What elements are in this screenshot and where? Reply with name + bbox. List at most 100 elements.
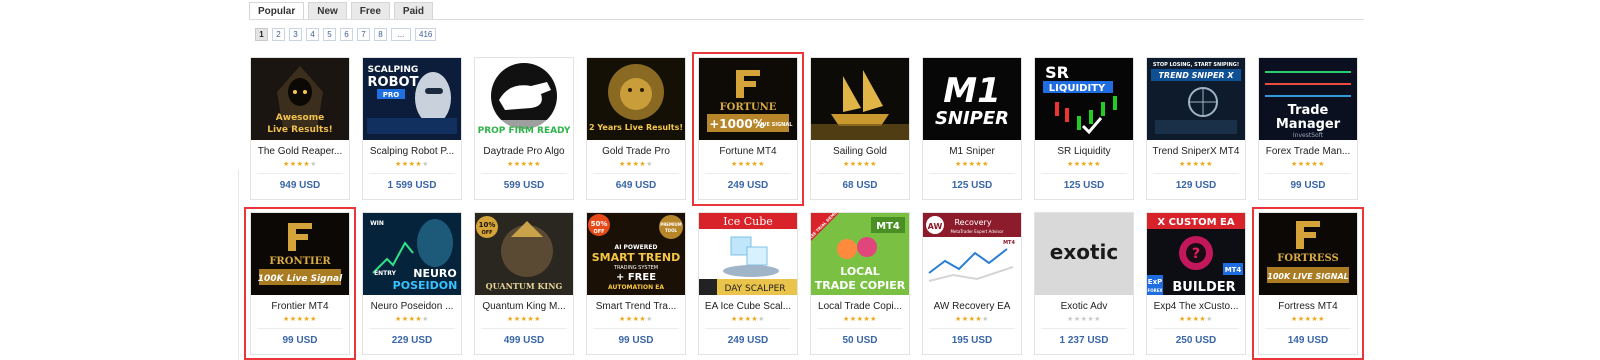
product-thumbnail[interactable]: 10% OFF QUANTUM KING <box>475 213 573 295</box>
tab-new[interactable]: New <box>308 2 347 20</box>
product-card[interactable]: exotic Exotic Adv ★★★★★ 1 237 USD <box>1034 212 1134 355</box>
product-card[interactable]: 10% OFF QUANTUM KING Quantum King M... ★★★★★… <box>474 212 574 355</box>
product-name[interactable]: SR Liquidity <box>1037 146 1131 157</box>
product-thumbnail[interactable]: 2 Years Live Results! <box>587 58 685 140</box>
product-thumbnail[interactable]: FREE TRIAL DEMOMT4LOCALTRADE COPIER <box>811 213 909 295</box>
page-link-5[interactable]: 5 <box>323 28 336 41</box>
product-card[interactable]: 2 Years Live Results! Gold Trade Pro ★★★★★… <box>586 57 686 200</box>
product-name[interactable]: EA Ice Cube Scal... <box>701 301 795 312</box>
product-price[interactable]: 195 USD <box>923 335 1021 346</box>
product-name[interactable]: Fortune MT4 <box>701 146 795 157</box>
product-name[interactable]: Scalping Robot P... <box>365 146 459 157</box>
product-card[interactable]: Ice Cube DAY SCALPER EA Ice Cube Scal... ★★… <box>698 212 798 355</box>
product-name[interactable]: Local Trade Copi... <box>813 301 907 312</box>
product-price[interactable]: 129 USD <box>1147 180 1245 191</box>
product-name[interactable]: Quantum King M... <box>477 301 571 312</box>
product-thumbnail[interactable]: FRONTIER 100K Live Signal <box>251 213 349 295</box>
product-card[interactable]: FORTRESS 100K LIVE SIGNAL Fortress MT4 ★★★★… <box>1258 212 1358 355</box>
product-price[interactable]: 599 USD <box>475 180 573 191</box>
product-name[interactable]: Neuro Poseidon ... <box>365 301 459 312</box>
product-name[interactable]: Forex Trade Man... <box>1261 146 1355 157</box>
page-link-7[interactable]: 7 <box>357 28 370 41</box>
product-card[interactable]: 50% OFF PREMIUM TOOL AI POWERED SMART TREND TR… <box>586 212 686 355</box>
page-link-416[interactable]: 416 <box>415 28 437 41</box>
product-price[interactable]: 249 USD <box>699 180 797 191</box>
product-name[interactable]: Smart Trend Tra... <box>589 301 683 312</box>
product-price[interactable]: 125 USD <box>923 180 1021 191</box>
product-thumbnail[interactable]: SCALPING ROBOT PRO <box>363 58 461 140</box>
page-link-6[interactable]: 6 <box>340 28 353 41</box>
product-card[interactable]: STOP LOSING, START SNIPING! TREND SNIPER … <box>1146 57 1246 200</box>
product-thumbnail[interactable] <box>811 58 909 140</box>
product-thumbnail[interactable]: 50% OFF PREMIUM TOOL AI POWERED SMART TREND TR… <box>587 213 685 295</box>
column-divider <box>238 170 239 360</box>
product-price[interactable]: 250 USD <box>1147 335 1245 346</box>
product-price[interactable]: 50 USD <box>811 335 909 346</box>
product-price[interactable]: 149 USD <box>1259 335 1357 346</box>
product-thumbnail[interactable]: WIN ENTRY NEURO POSEIDON <box>363 213 461 295</box>
product-thumbnail-image: Awesome Live Results! <box>251 58 349 140</box>
product-price[interactable]: 99 USD <box>587 335 685 346</box>
product-thumbnail[interactable]: SR LIQUIDITY <box>1035 58 1133 140</box>
page-link-3[interactable]: 3 <box>289 28 302 41</box>
product-name[interactable]: M1 Sniper <box>925 146 1019 157</box>
product-card[interactable]: WIN ENTRY NEURO POSEIDON Neuro Poseidon ... ★… <box>362 212 462 355</box>
product-name[interactable]: Gold Trade Pro <box>589 146 683 157</box>
page-link-ellipsis[interactable]: ... <box>391 28 411 41</box>
product-price[interactable]: 499 USD <box>475 335 573 346</box>
product-thumbnail[interactable]: FORTRESS 100K LIVE SIGNAL <box>1259 213 1357 295</box>
product-name[interactable]: Frontier MT4 <box>253 301 347 312</box>
product-card[interactable]: AW Recovery MetaTrader Expert Advisor MT4 AW… <box>922 212 1022 355</box>
product-price[interactable]: 125 USD <box>1035 180 1133 191</box>
product-card[interactable]: PROP FIRM READY Daytrade Pro Algo ★★★★★ 599… <box>474 57 574 200</box>
page-link-1[interactable]: 1 <box>255 28 268 41</box>
product-price[interactable]: 99 USD <box>251 335 349 346</box>
product-card[interactable]: Awesome Live Results! The Gold Reaper... ★★… <box>250 57 350 200</box>
price-divider <box>593 328 679 329</box>
product-name[interactable]: Trend SniperX MT4 <box>1149 146 1243 157</box>
product-card[interactable]: SR LIQUIDITY SR Liquidity ★★★★★ 125 USD <box>1034 57 1134 200</box>
tab-popular[interactable]: Popular <box>249 2 305 20</box>
product-price[interactable]: 949 USD <box>251 180 349 191</box>
product-name[interactable]: The Gold Reaper... <box>253 146 347 157</box>
product-name[interactable]: Exp4 The xCusto... <box>1149 301 1243 312</box>
product-name[interactable]: AW Recovery EA <box>925 301 1019 312</box>
product-price[interactable]: 1 237 USD <box>1035 335 1133 346</box>
product-card[interactable]: SCALPING ROBOT PRO Scalping Robot P... ★★★★★… <box>362 57 462 200</box>
tab-free[interactable]: Free <box>350 2 390 20</box>
product-price[interactable]: 229 USD <box>363 335 461 346</box>
product-thumbnail[interactable]: Awesome Live Results! <box>251 58 349 140</box>
thumbnail-text: TRADE COPIER <box>815 279 906 292</box>
product-name[interactable]: Sailing Gold <box>813 146 907 157</box>
product-thumbnail[interactable]: Trade Manager InvestSoft <box>1259 58 1357 140</box>
product-card[interactable]: Trade Manager InvestSoft Forex Trade Man...… <box>1258 57 1358 200</box>
product-name[interactable]: Exotic Adv <box>1037 301 1131 312</box>
product-price[interactable]: 99 USD <box>1259 180 1357 191</box>
product-thumbnail[interactable]: X CUSTOM EA? ExP FOREX MT4 BUILDER <box>1147 213 1245 295</box>
product-card[interactable]: Sailing Gold ★★★★★ 68 USD <box>810 57 910 200</box>
product-thumbnail[interactable]: exotic <box>1035 213 1133 295</box>
star-icon: ★ <box>849 161 857 168</box>
product-price[interactable]: 249 USD <box>699 335 797 346</box>
product-price[interactable]: 68 USD <box>811 180 909 191</box>
product-thumbnail[interactable]: STOP LOSING, START SNIPING! TREND SNIPER … <box>1147 58 1245 140</box>
product-card[interactable]: FREE TRIAL DEMOMT4LOCALTRADE COPIER Local… <box>810 212 910 355</box>
product-name[interactable]: Fortress MT4 <box>1261 301 1355 312</box>
product-thumbnail[interactable]: Ice Cube DAY SCALPER <box>699 213 797 295</box>
star-icon: ★ <box>1206 161 1213 168</box>
product-price[interactable]: 649 USD <box>587 180 685 191</box>
product-name[interactable]: Daytrade Pro Algo <box>477 146 571 157</box>
product-card[interactable]: M1 SNIPER M1 Sniper ★★★★★ 125 USD <box>922 57 1022 200</box>
product-price[interactable]: 1 599 USD <box>363 180 461 191</box>
product-thumbnail[interactable]: PROP FIRM READY <box>475 58 573 140</box>
page-link-8[interactable]: 8 <box>374 28 387 41</box>
tab-paid[interactable]: Paid <box>393 2 434 20</box>
product-card[interactable]: X CUSTOM EA? ExP FOREX MT4 BUILDER Exp4 The x… <box>1146 212 1246 355</box>
product-card[interactable]: FORTUNE +1000% LIVE SIGNAL Fortune MT4 ★★★★★… <box>698 57 798 200</box>
page-link-4[interactable]: 4 <box>306 28 319 41</box>
product-thumbnail[interactable]: AW Recovery MetaTrader Expert Advisor MT4 <box>923 213 1021 295</box>
page-link-2[interactable]: 2 <box>272 28 285 41</box>
product-card[interactable]: FRONTIER 100K Live Signal Frontier MT4 ★★★★… <box>250 212 350 355</box>
product-thumbnail[interactable]: M1 SNIPER <box>923 58 1021 140</box>
product-thumbnail[interactable]: FORTUNE +1000% LIVE SIGNAL <box>699 58 797 140</box>
